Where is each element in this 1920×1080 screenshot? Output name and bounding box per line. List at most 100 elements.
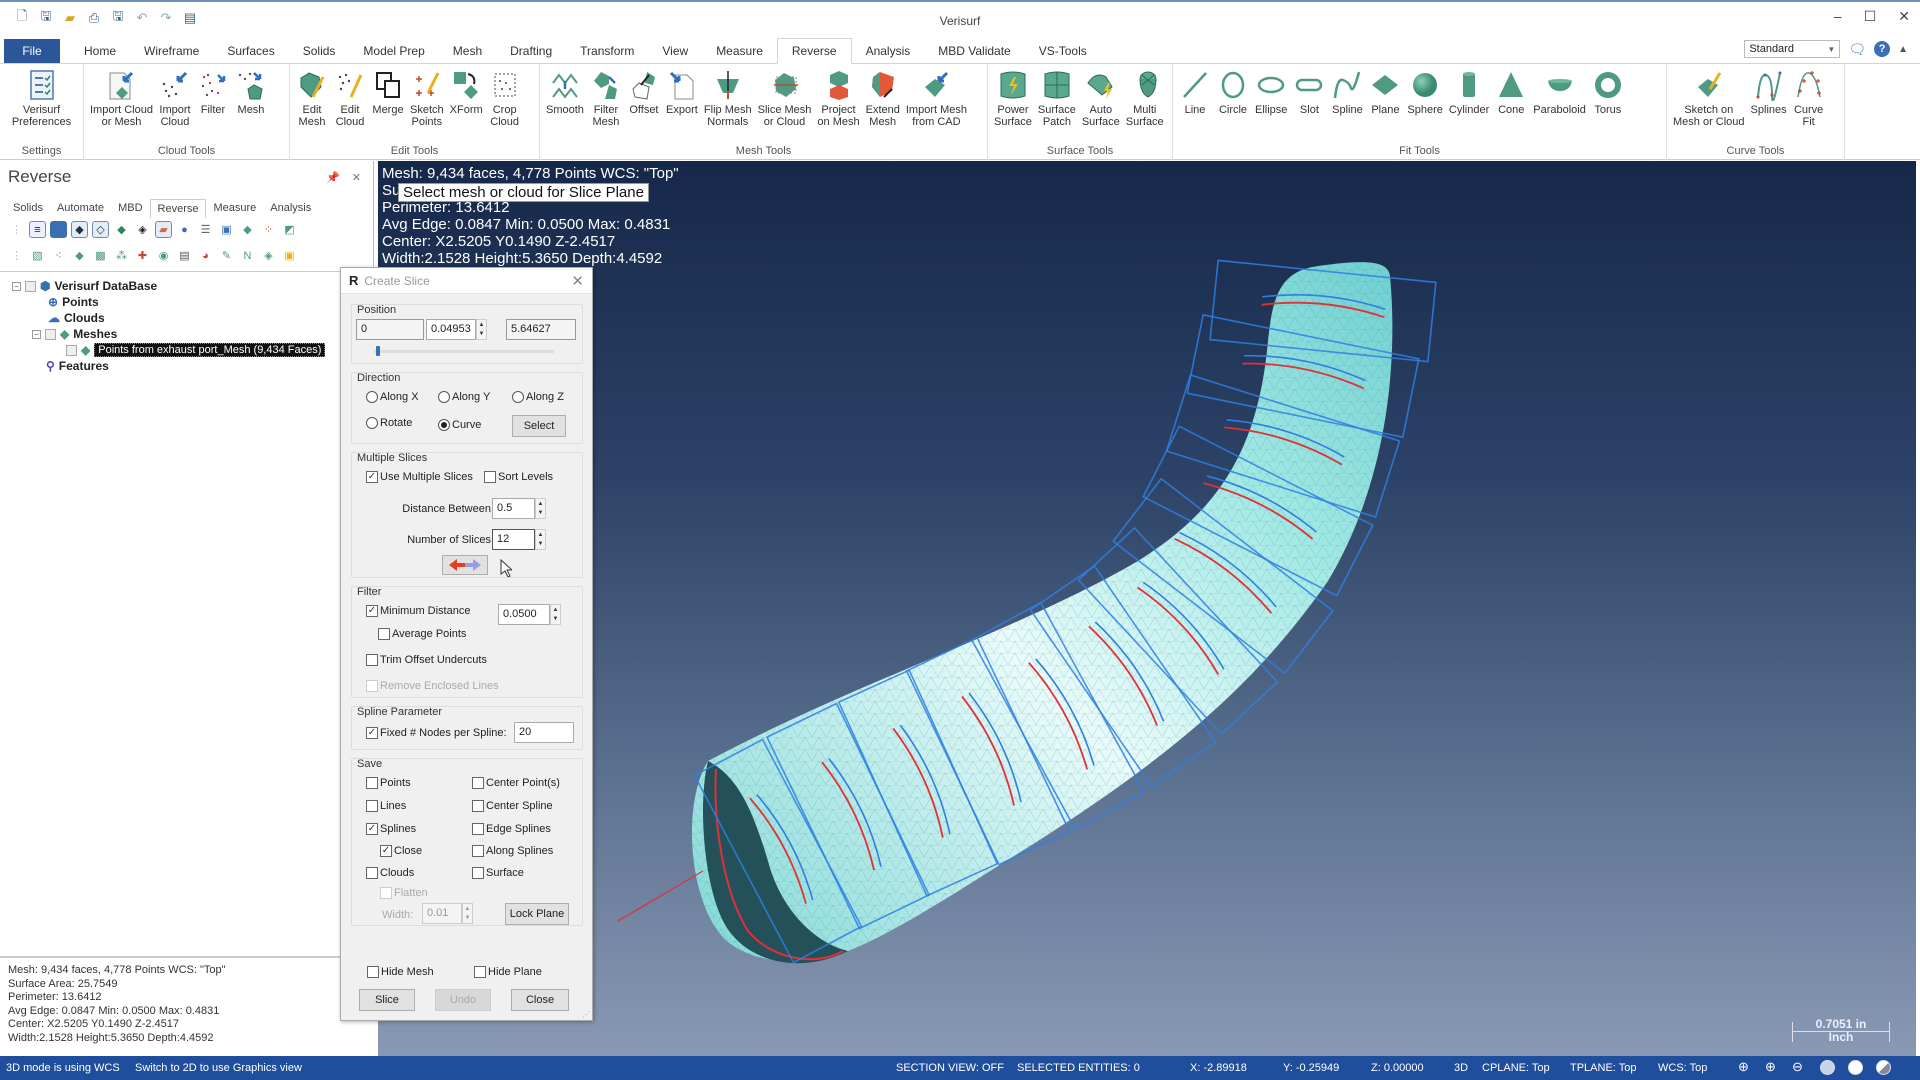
collapse-ribbon-icon[interactable]: ▲	[1898, 44, 1908, 55]
checkbox[interactable]	[472, 867, 484, 879]
mesh-small-icon[interactable]: ◆	[71, 247, 88, 264]
save-center-points-checkbox[interactable]: Center Point(s)	[472, 777, 560, 789]
view-globe-icon[interactable]: ⊕	[1738, 1059, 1753, 1074]
radio-curve[interactable]: Curve	[438, 419, 481, 431]
checkbox[interactable]: ✓	[366, 471, 378, 483]
tab-file[interactable]: File	[4, 39, 60, 63]
resize-grip-icon[interactable]: ⋰	[582, 1010, 590, 1019]
average-points-checkbox[interactable]: Average Points	[378, 628, 466, 640]
properties-icon[interactable]: ≡	[29, 221, 46, 238]
project-small-icon[interactable]: ▤	[176, 247, 193, 264]
panel-tab-mbd[interactable]: MBD	[111, 199, 149, 218]
radio-button[interactable]	[438, 391, 450, 403]
minimize-button[interactable]: –	[1834, 8, 1842, 25]
mesh-select-icon[interactable]: ◆	[71, 221, 88, 238]
view-globe-2-icon[interactable]: ⊕	[1765, 1059, 1780, 1074]
tab-analysis[interactable]: Analysis	[852, 39, 925, 63]
number-of-slices-field[interactable]: 12	[492, 529, 535, 550]
patch-small-icon[interactable]: ▩	[92, 247, 109, 264]
checkbox[interactable]	[472, 845, 484, 857]
save-lines-checkbox[interactable]: Lines	[366, 800, 406, 812]
shading-2-icon[interactable]	[1848, 1060, 1863, 1075]
mesh-stripe-icon[interactable]: ◈	[134, 221, 151, 238]
panel-tab-solids[interactable]: Solids	[6, 199, 50, 218]
checkbox[interactable]	[472, 800, 484, 812]
save-edge-splines-checkbox[interactable]: Edge Splines	[472, 823, 551, 835]
panel-close-icon[interactable]: ✕	[352, 171, 361, 184]
panel-tab-reverse[interactable]: Reverse	[149, 199, 207, 218]
view-globe-3-icon[interactable]: ⊖	[1792, 1059, 1807, 1074]
tab-surfaces[interactable]: Surfaces	[213, 39, 288, 63]
cloud-small-icon[interactable]: ⁖	[50, 247, 67, 264]
status-section-view[interactable]: SECTION VIEW: OFF	[896, 1062, 1004, 1074]
extend-small-icon[interactable]: ◕	[197, 247, 214, 264]
collapse-icon[interactable]: −	[32, 329, 41, 339]
mesh-color-icon[interactable]: ▰	[155, 221, 172, 238]
workspace-select[interactable]: Standard ▼	[1744, 40, 1841, 58]
save-center-spline-checkbox[interactable]: Center Spline	[472, 800, 553, 812]
shading-3-icon[interactable]	[1876, 1060, 1891, 1075]
radio-button[interactable]	[366, 417, 378, 429]
checkbox[interactable]: ✓	[366, 823, 378, 835]
tree-node-database[interactable]: − ⬢ Verisurf DataBase	[12, 279, 157, 293]
mesh-green-icon[interactable]: ◆	[113, 221, 130, 238]
auto-surface-small-icon[interactable]: ◈	[260, 247, 277, 264]
power-surface-small-icon[interactable]: ▣	[281, 247, 298, 264]
distance-stepper[interactable]: ▲ ▼	[535, 498, 546, 519]
save-close-checkbox[interactable]: ✓ Close	[380, 845, 422, 857]
graphics-viewport[interactable]: Mesh: 9,434 faces, 4,778 Points WCS: "To…	[378, 161, 1916, 1056]
visibility-checkbox[interactable]	[45, 328, 56, 340]
select-curve-button[interactable]: Select	[512, 415, 566, 437]
lock-plane-button[interactable]: Lock Plane	[505, 903, 569, 925]
nodes-per-spline-field[interactable]: 20	[514, 722, 574, 743]
status-wcs[interactable]: WCS: Top	[1658, 1062, 1707, 1074]
tab-home[interactable]: Home	[70, 39, 130, 63]
comment-icon[interactable]: 🗨	[1848, 41, 1866, 58]
trim-offset-undercuts-checkbox[interactable]: Trim Offset Undercuts	[366, 654, 487, 666]
import-small-icon[interactable]: ▧	[29, 247, 46, 264]
sort-levels-checkbox[interactable]: Sort Levels	[484, 471, 553, 483]
panel-tab-measure[interactable]: Measure	[206, 199, 263, 218]
checkbox[interactable]	[366, 654, 378, 666]
xform-small-icon[interactable]: ◩	[281, 221, 298, 238]
visibility-checkbox[interactable]	[66, 344, 77, 356]
radio-along-y[interactable]: Along Y	[438, 391, 490, 403]
panel-tab-analysis[interactable]: Analysis	[263, 199, 318, 218]
pin-icon[interactable]: 📌	[326, 171, 340, 184]
distance-between-field[interactable]: 0.5	[492, 498, 535, 519]
status-cplane[interactable]: CPLANE: Top	[1482, 1062, 1550, 1074]
tree-node-features[interactable]: ⚲ Features	[46, 359, 109, 373]
tree-node-points[interactable]: ⊕ Points	[48, 295, 99, 309]
mesh-model[interactable]	[378, 161, 1916, 1056]
position-value-field[interactable]: 0.04953	[426, 319, 476, 340]
slice-small-icon[interactable]: ◉	[155, 247, 172, 264]
use-multiple-slices-checkbox[interactable]: ✓ Use Multiple Slices	[366, 471, 473, 483]
list-icon[interactable]: ☰	[197, 221, 214, 238]
edit-cloud-small-icon[interactable]: ⁘	[260, 221, 277, 238]
tree-node-mesh-item[interactable]: ◆ Points from exhaust port_Mesh (9,434 F…	[66, 343, 326, 357]
book-icon[interactable]	[50, 221, 67, 238]
radio-button[interactable]	[512, 391, 524, 403]
status-2d-hint[interactable]: Switch to 2D to use Graphics view	[135, 1062, 302, 1074]
tab-view[interactable]: View	[648, 39, 702, 63]
save-along-splines-checkbox[interactable]: Along Splines	[472, 845, 553, 857]
screenshot-icon[interactable]: ▣	[218, 221, 235, 238]
tab-mbd-validate[interactable]: MBD Validate	[924, 39, 1024, 63]
save-clouds-checkbox[interactable]: Clouds	[366, 867, 414, 879]
visibility-checkbox[interactable]	[25, 280, 36, 292]
position-slider-track[interactable]	[374, 350, 554, 353]
save-points-checkbox[interactable]: Points	[366, 777, 411, 789]
tab-wireframe[interactable]: Wireframe	[130, 39, 213, 63]
radio-rotate[interactable]: Rotate	[366, 417, 412, 429]
checkbox[interactable]: ✓	[366, 727, 378, 739]
checkbox[interactable]	[378, 628, 390, 640]
help-icon[interactable]: ?	[1874, 41, 1891, 57]
fixed-nodes-checkbox[interactable]: ✓ Fixed # Nodes per Spline:	[366, 727, 507, 739]
mesh-select-2-icon[interactable]: ◇	[92, 221, 109, 238]
flip-small-icon[interactable]: ✚	[134, 247, 151, 264]
reverse-direction-button[interactable]	[442, 555, 488, 575]
tree-node-meshes[interactable]: − ◆ Meshes	[32, 327, 117, 341]
tab-vs-tools[interactable]: VS-Tools	[1025, 39, 1101, 63]
collapse-icon[interactable]: −	[12, 281, 21, 291]
close-dialog-button[interactable]: Close	[511, 989, 569, 1011]
